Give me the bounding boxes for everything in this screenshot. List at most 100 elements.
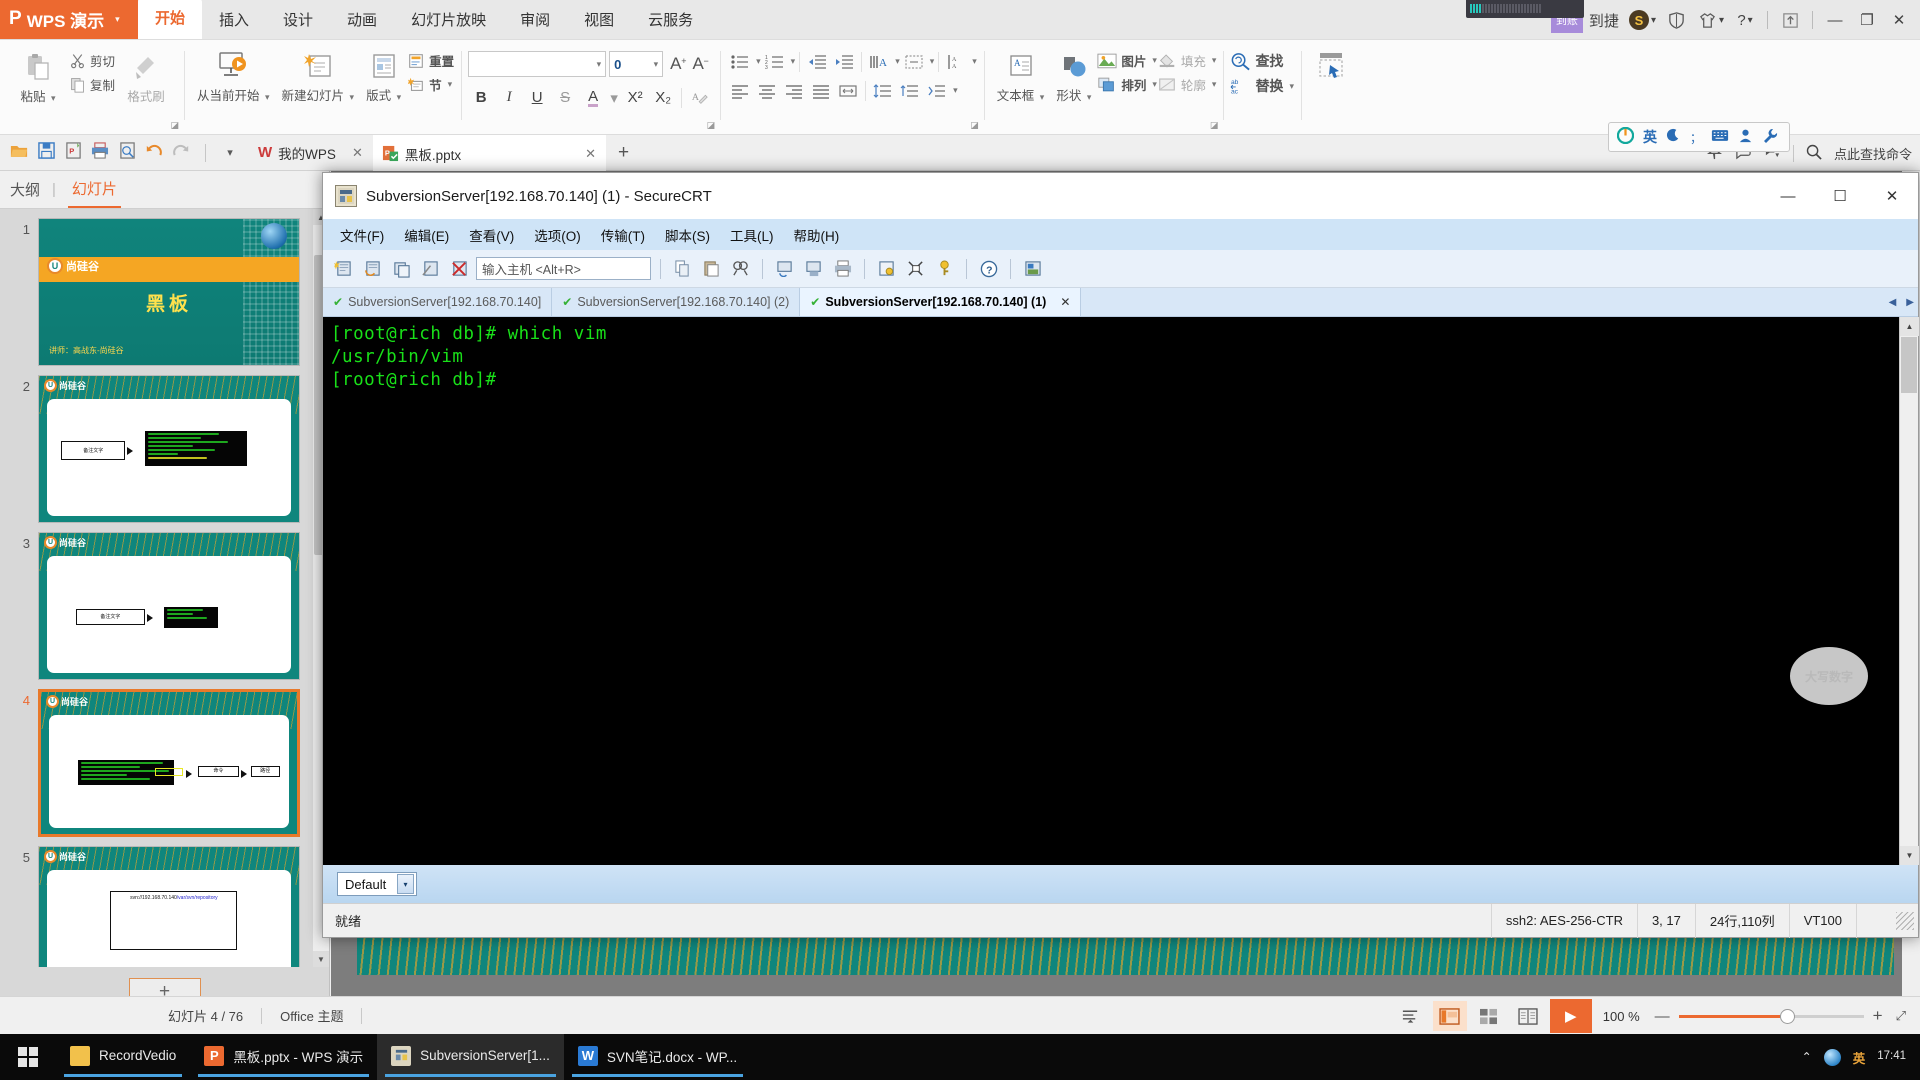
ribbon-tab-cloud[interactable]: 云服务: [631, 3, 710, 39]
menu-help[interactable]: 帮助(H): [785, 222, 849, 248]
list-level-caret[interactable]: ▾: [953, 85, 958, 96]
justify-icon[interactable]: [808, 78, 834, 103]
log-session-icon[interactable]: [772, 256, 797, 281]
bold-button[interactable]: B: [468, 85, 494, 110]
fill-button[interactable]: 填充 ▾: [1157, 51, 1216, 70]
menu-file[interactable]: 文件(F): [331, 222, 393, 248]
zoom-slider[interactable]: [1678, 1008, 1864, 1024]
paragraph-spacing-icon[interactable]: [897, 78, 923, 103]
grow-font-button[interactable]: A +: [666, 54, 686, 74]
reading-view-button[interactable]: [1511, 1001, 1545, 1031]
save-icon[interactable]: [37, 142, 55, 163]
textbox-button[interactable]: A 文本框 ▾: [991, 43, 1051, 104]
menu-tools[interactable]: 工具(L): [721, 222, 783, 248]
tray-expand-icon[interactable]: ⌃: [1802, 1050, 1812, 1064]
font-size-combo[interactable]: 0 ▾: [609, 51, 664, 77]
session-tab-3[interactable]: ✔ SubversionServer[192.168.70.140] (1) ✕: [800, 288, 1082, 316]
terminal-scroll-down[interactable]: ▼: [1900, 846, 1919, 865]
subscript-button[interactable]: X₂: [650, 85, 676, 110]
taskbar-item-recordvedio[interactable]: RecordVedio: [56, 1034, 190, 1080]
skin-button[interactable]: ▾: [1694, 5, 1728, 35]
reset-button[interactable]: 重置: [407, 51, 454, 70]
doc-tab-my-wps-close[interactable]: ✕: [352, 145, 363, 161]
thumbnail-list[interactable]: 1 U 尚硅谷 黑板 讲师：高战东-尚硅谷 2 U 尚硅谷 备注文字 3 U 尚…: [0, 209, 329, 967]
terminal-output[interactable]: [root@rich db]# which vim /usr/bin/vim […: [323, 317, 1899, 865]
close-button[interactable]: ✕: [1884, 5, 1914, 35]
find-icon[interactable]: [728, 256, 753, 281]
section-button[interactable]: 节 ▾: [407, 75, 454, 94]
thumbnail-preview-1[interactable]: U 尚硅谷 黑板 讲师：高战东-尚硅谷: [38, 218, 300, 366]
line-spacing-icon[interactable]: [870, 78, 896, 103]
wrench-icon[interactable]: [1762, 128, 1778, 147]
align-left-icon[interactable]: [727, 78, 753, 103]
align-text-caret[interactable]: ▾: [930, 56, 935, 67]
bullets-caret[interactable]: ▾: [756, 56, 761, 67]
thumbnail-preview-4[interactable]: U 尚硅谷 命令 路径: [38, 689, 300, 837]
session-tab-prev[interactable]: ◀: [1889, 297, 1897, 308]
clipboard-dialog-launcher[interactable]: ◪: [171, 120, 180, 131]
zoom-slider-knob[interactable]: [1780, 1008, 1796, 1024]
securecrt-titlebar[interactable]: SubversionServer[192.168.70.140] (1) - S…: [323, 173, 1918, 219]
bullets-icon[interactable]: [727, 49, 753, 74]
session-selector[interactable]: Default ▾: [337, 872, 417, 896]
normal-view-button[interactable]: [1432, 1001, 1467, 1031]
punctuation-icon[interactable]: ；: [1690, 129, 1702, 146]
securecrt-window[interactable]: SubversionServer[192.168.70.140] (1) - S…: [322, 172, 1919, 938]
print-screen-icon[interactable]: [801, 256, 826, 281]
session-tab-1[interactable]: ✔ SubversionServer[192.168.70.140]: [323, 288, 553, 316]
print-icon[interactable]: [91, 142, 109, 163]
print-icon[interactable]: [830, 256, 855, 281]
tray-ime-label[interactable]: 英: [1853, 1048, 1866, 1067]
thumbnail-preview-3[interactable]: U 尚硅谷 备注文字: [38, 532, 300, 680]
start-slideshow-button[interactable]: ▶: [1549, 999, 1592, 1033]
quick-access-more-caret[interactable]: ▾: [221, 146, 239, 159]
thumbnail-preview-5[interactable]: U 尚硅谷 svn://192.168.70.140/var/svn/repos…: [38, 846, 300, 967]
securecrt-close-button[interactable]: ✕: [1866, 173, 1918, 219]
securecrt-maximize-button[interactable]: ☐: [1814, 173, 1866, 219]
taskbar-item-blackboard-pptx[interactable]: P 黑板.pptx - WPS 演示: [190, 1034, 377, 1080]
ribbon-tab-animation[interactable]: 动画: [330, 3, 394, 39]
ime-toolbar[interactable]: 英 ；: [1608, 122, 1790, 152]
align-right-icon[interactable]: [781, 78, 807, 103]
print-preview-icon[interactable]: [118, 142, 136, 163]
thumbnail-slide-3[interactable]: 3 U 尚硅谷 备注文字: [0, 523, 329, 680]
decrease-indent-icon[interactable]: [804, 49, 830, 74]
new-slide-button[interactable]: 新建幻灯片 ▾: [276, 43, 361, 104]
outline-button[interactable]: 轮廓 ▾: [1157, 75, 1216, 94]
key-icon[interactable]: [932, 256, 957, 281]
numbering-caret[interactable]: ▾: [791, 56, 796, 67]
ribbon-tab-slideshow[interactable]: 幻灯片放映: [394, 3, 503, 39]
terminal-scroll-up[interactable]: ▲: [1900, 317, 1919, 336]
terminal-scrollbar[interactable]: ▲ ▼: [1899, 317, 1919, 865]
thumbnail-slide-1[interactable]: 1 U 尚硅谷 黑板 讲师：高战东-尚硅谷: [0, 209, 329, 366]
session-options-icon[interactable]: [874, 256, 899, 281]
minimize-button[interactable]: —: [1820, 5, 1850, 35]
disconnect-icon[interactable]: [418, 256, 443, 281]
session-tab-3-close[interactable]: ✕: [1060, 295, 1070, 309]
ribbon-tab-view[interactable]: 视图: [567, 3, 631, 39]
command-search-label[interactable]: 点此查找命令: [1834, 144, 1912, 163]
resize-grip[interactable]: [1896, 911, 1914, 930]
text-color-caret[interactable]: ▾: [608, 85, 620, 110]
zoom-in-button[interactable]: +: [1869, 1006, 1887, 1026]
underline-button[interactable]: U: [524, 85, 550, 110]
share-icon[interactable]: [1775, 5, 1805, 35]
redo-icon[interactable]: [172, 143, 190, 163]
text-direction-caret[interactable]: ▾: [895, 56, 900, 67]
cut-button[interactable]: 剪切: [69, 51, 115, 70]
paste-icon[interactable]: [699, 256, 724, 281]
ribbon-tab-design[interactable]: 设计: [266, 3, 330, 39]
start-button[interactable]: [0, 1034, 56, 1080]
tab-slides[interactable]: 幻灯片: [67, 172, 121, 208]
help-button[interactable]: ? ▾: [1730, 5, 1760, 35]
layout-button[interactable]: 版式 ▾: [360, 43, 407, 104]
menu-transfer[interactable]: 传输(T): [592, 222, 654, 248]
menu-view[interactable]: 查看(V): [460, 222, 523, 248]
font-name-combo[interactable]: ▾: [468, 51, 607, 77]
doc-tab-my-wps[interactable]: W 我的WPS ✕: [249, 135, 373, 171]
shapes-button[interactable]: 形状 ▾: [1050, 43, 1097, 104]
account-name[interactable]: 到捷: [1585, 5, 1623, 35]
restore-button[interactable]: ❐: [1852, 5, 1882, 35]
command-search-icon[interactable]: [1806, 144, 1822, 163]
fit-to-window-icon[interactable]: ⤢: [1892, 1008, 1910, 1024]
